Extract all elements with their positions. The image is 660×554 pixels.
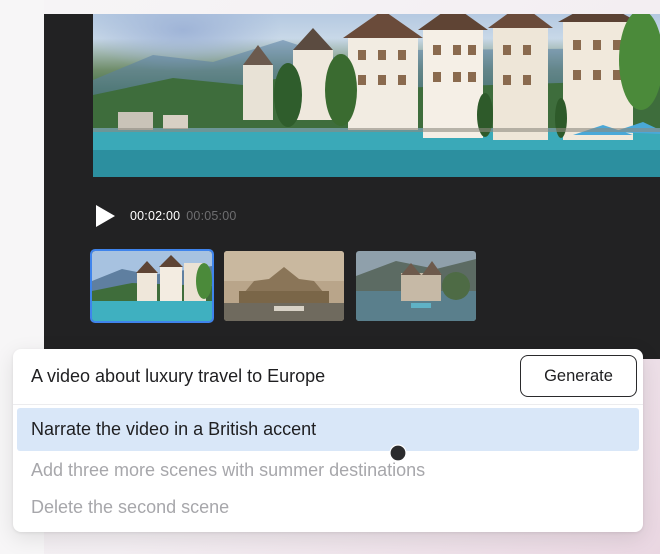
suggestion-item[interactable]: Delete the second scene [17,489,639,525]
lakeside-castle-thumbnail [356,251,476,321]
lake-village-thumbnail [92,251,212,321]
scene-thumbnail-2[interactable] [224,251,344,321]
divider [13,404,643,405]
playback-controls: 00:02:00 00:05:00 [94,203,237,229]
video-player: 00:02:00 00:05:00 [44,14,660,359]
scene-thumbnail-3[interactable] [356,251,476,321]
mouse-cursor-icon [389,444,407,462]
current-time: 00:02:00 [130,209,181,223]
scene-thumbnails [90,249,476,323]
lakeside-town-image [93,14,660,177]
suggestion-item[interactable]: Add three more scenes with summer destin… [17,452,639,488]
play-icon [96,205,115,227]
total-time: 00:05:00 [186,209,237,223]
prompt-panel: A video about luxury travel to Europe Ge… [13,349,643,532]
suggestion-list: Narrate the video in a British accent Ad… [17,408,639,526]
city-river-thumbnail [224,251,344,321]
video-preview[interactable] [93,14,660,177]
prompt-input[interactable]: A video about luxury travel to Europe [31,366,325,387]
play-button[interactable] [94,204,116,228]
suggestion-item[interactable]: Narrate the video in a British accent [17,408,639,451]
scene-thumbnail-1[interactable] [90,249,214,323]
generate-button[interactable]: Generate [520,355,637,397]
